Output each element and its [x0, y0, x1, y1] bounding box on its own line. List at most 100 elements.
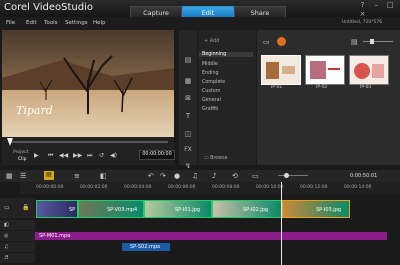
category-complete[interactable]: Complete: [202, 80, 225, 85]
help-icon[interactable]: ?: [357, 1, 368, 10]
voice-track-icon: ◎: [4, 233, 9, 239]
scrub-bar[interactable]: [8, 141, 168, 143]
graphic-icon[interactable]: ◫: [182, 128, 194, 140]
clip-label: SP-I03.jpg: [316, 207, 342, 213]
prev-frame-icon[interactable]: ◀◀: [59, 152, 68, 159]
playhead[interactable]: [281, 182, 282, 265]
library-side-toolbar: ▤ ▦ ⊠ T ◫ FX ↯: [179, 30, 197, 170]
music-track-icon: ♫: [4, 244, 9, 250]
browse-button[interactable]: ▭ Browse: [204, 156, 228, 161]
thumb-ip01[interactable]: [261, 55, 301, 85]
mixer-icon[interactable]: ♫: [192, 172, 198, 180]
transition-icon[interactable]: ⊠: [182, 92, 194, 104]
thumb-ip03[interactable]: [349, 55, 389, 85]
preview-window[interactable]: Tipard: [2, 30, 174, 137]
end-icon[interactable]: ⏭: [87, 152, 92, 160]
menu-settings[interactable]: Settings: [65, 20, 88, 26]
category-custom[interactable]: Custom: [202, 89, 220, 94]
menu-edit[interactable]: Edit: [26, 20, 37, 26]
instant-project-icon[interactable]: ▦: [182, 75, 194, 87]
title-icon[interactable]: T: [182, 110, 194, 122]
lock-icon[interactable]: 🔒: [22, 204, 29, 211]
timeline-toolbar: ▦ ☰ ▤ ≡ ◧ ↶ ↷ ● ♫ ♪ ⟲ ▭ 0:00:50:01: [0, 170, 400, 182]
add-button[interactable]: + Add: [204, 38, 219, 44]
slider-handle[interactable]: [370, 39, 374, 44]
ruler-tick: 00:00:14:00: [344, 185, 372, 190]
zoom-handle[interactable]: [284, 173, 289, 178]
music-track2-head: ♬: [0, 253, 35, 263]
ruler-tick: 00:00:06:00: [168, 185, 196, 190]
filter-icon[interactable]: FX: [182, 144, 194, 156]
video-clip[interactable]: SP-I01.jpg: [144, 200, 212, 218]
storyboard-view-icon[interactable]: ▦: [6, 172, 13, 180]
thumbnail-size-slider[interactable]: [363, 41, 393, 42]
timeline-ruler[interactable]: 00:00:00:00 00:00:02:00 00:00:04:00 00:0…: [20, 182, 400, 194]
volume-icon[interactable]: ◀): [110, 152, 117, 159]
ruler-tick: 00:00:02:00: [80, 185, 108, 190]
category-middle[interactable]: Middle: [202, 62, 218, 67]
project-info: Untitled, 720*576: [342, 20, 383, 25]
undo-icon[interactable]: ↶: [148, 172, 154, 180]
redo-icon[interactable]: ↷: [160, 172, 166, 180]
ruler-tick: 00:00:08:00: [212, 185, 240, 190]
voice-track-head: ◎: [0, 231, 35, 241]
menu-help[interactable]: Help: [93, 20, 106, 26]
menu-bar: File Edit Tools Settings Help: [0, 17, 400, 29]
track-manager-icon[interactable]: ≡: [74, 172, 80, 180]
music-track-head: ♫: [0, 242, 35, 252]
auto-music-icon[interactable]: ♪: [212, 172, 216, 180]
library-grid: ▭ ▤ IP-01 IP-02 IP-03: [257, 30, 400, 165]
thumb-label: IP-03: [360, 85, 372, 90]
motion-icon[interactable]: ⟲: [232, 172, 238, 180]
category-graffiti[interactable]: Graffiti: [202, 107, 218, 112]
marker-icon[interactable]: ◧: [100, 172, 107, 180]
video-track-head: ▭ 🔒: [0, 198, 35, 218]
ruler-tick: 00:00:04:00: [124, 185, 152, 190]
ruler-tick: 00:00:10:00: [256, 185, 284, 190]
music-track2-icon: ♬: [4, 255, 9, 261]
zoom-slider[interactable]: [278, 175, 308, 176]
audio-clip[interactable]: SP-S02.mpa: [122, 243, 170, 251]
menu-tools[interactable]: Tools: [44, 20, 58, 26]
minimize-icon[interactable]: –: [371, 1, 382, 10]
menu-file[interactable]: File: [6, 20, 15, 26]
thumb-ip02[interactable]: [305, 55, 345, 85]
app-title: Corel VideoStudio: [4, 2, 93, 13]
clip-label: SP-S02.mpa: [130, 244, 161, 250]
timeline-mode-icon[interactable]: ▤: [44, 171, 54, 180]
library-categories: + Add Beginning Middle Ending Complete C…: [198, 30, 256, 165]
subtitle-icon[interactable]: ▭: [252, 172, 259, 180]
category-general[interactable]: General: [202, 98, 221, 103]
play-icon[interactable]: ▶: [34, 152, 39, 159]
add-label: Add: [209, 38, 220, 44]
video-clip[interactable]: SP-I02.jpg: [212, 200, 282, 218]
clip-label: SP: [69, 207, 76, 213]
video-clip[interactable]: SP: [36, 200, 78, 218]
category-beginning[interactable]: Beginning: [199, 52, 253, 57]
mode-clip[interactable]: Clip: [18, 157, 27, 162]
home-icon[interactable]: ⏮: [48, 152, 53, 160]
browse-label: Browse: [210, 156, 228, 161]
maximize-icon[interactable]: □: [385, 1, 396, 10]
next-frame-icon[interactable]: ▶▶: [73, 152, 82, 159]
mode-project[interactable]: Project: [13, 150, 28, 155]
video-clip[interactable]: SP-V03.mp4: [78, 200, 144, 218]
category-ending[interactable]: Ending: [202, 71, 219, 76]
folder-icon[interactable]: ▭: [263, 38, 270, 46]
overlay-track-icon: ◧: [4, 222, 9, 228]
grid-view-icon[interactable]: ▤: [351, 38, 358, 46]
video-clip-selected[interactable]: SP-I03.jpg: [282, 200, 350, 218]
video-track-icon: ▭: [4, 204, 10, 211]
clip-label: SP-V03.mp4: [107, 207, 138, 213]
timecode-display[interactable]: 00:00:00:00: [139, 150, 175, 160]
thumb-label: IP-01: [271, 85, 283, 90]
repeat-icon[interactable]: ↺: [99, 152, 104, 159]
media-icon[interactable]: ▤: [182, 54, 194, 66]
ruler-tick: 00:00:12:00: [300, 185, 328, 190]
ruler-tick: 00:00:00:00: [36, 185, 64, 190]
clip-label: SP-I01.jpg: [175, 207, 201, 213]
orange-dot-icon[interactable]: [277, 37, 286, 46]
audio-clip[interactable]: SP-M01.mpa: [35, 232, 387, 240]
timeline-view-icon[interactable]: ☰: [20, 172, 26, 180]
record-icon[interactable]: ●: [174, 172, 180, 180]
